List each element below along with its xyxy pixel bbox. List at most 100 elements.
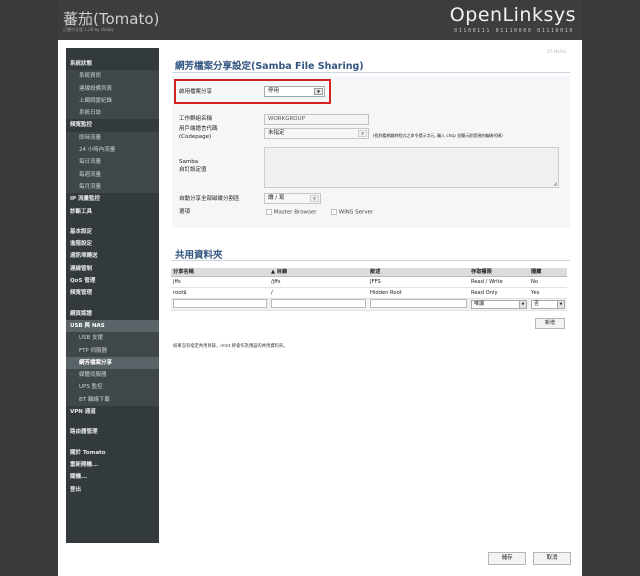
sidebar-item[interactable]: 系統資訊 (66, 70, 159, 83)
sidebar-item[interactable]: 登出 (66, 484, 159, 496)
sidebar-item[interactable]: 每日流量 (66, 156, 159, 169)
sidebar-item[interactable]: 媒體伺服器 (66, 369, 159, 382)
custom-config-label-sub: 自訂設定值 (179, 167, 207, 173)
wins-server-option[interactable]: WINS Server (331, 209, 373, 216)
sidebar-item[interactable]: 即時流量 (66, 131, 159, 145)
sidebar-item[interactable]: QoS 管理 (66, 275, 159, 287)
cell-hidden: No (529, 276, 567, 288)
sidebar-item[interactable]: 頻寬管理 (66, 287, 159, 299)
new-directory-input[interactable] (271, 298, 366, 308)
enable-sharing-label: 啟用檔案分享 (179, 89, 213, 95)
sidebar-item[interactable]: USB 支援 (66, 332, 159, 345)
master-browser-label: Master Browser (273, 209, 317, 216)
shares-note: 如果沒有指定共用目錄，/mnt 將會作為預設的共用資料夾。 (173, 344, 288, 349)
cell-directory: /jffs (269, 276, 368, 288)
sidebar-item[interactable]: 關機... (66, 471, 159, 483)
cell-directory: / (269, 287, 368, 299)
enable-sharing-select[interactable]: 停用 ▼ (264, 86, 325, 97)
add-share-button[interactable]: 新增 (535, 318, 565, 329)
header: 蕃茄(Tomato) 正體中文版 1.28 by shibby OpenLink… (58, 0, 582, 40)
codepage-select[interactable]: 未指定 ▼ (264, 128, 369, 139)
sidebar-item[interactable]: 頻寬監控 (66, 119, 159, 131)
router-model: RT-N10U (547, 50, 567, 55)
sidebar-item[interactable]: 基本設定 (66, 226, 159, 238)
resize-grip-icon: ◢ (553, 181, 557, 187)
new-description-input[interactable] (370, 298, 467, 308)
wins-server-label: WINS Server (338, 209, 374, 216)
options-label: 選項 (179, 209, 191, 215)
chevron-down-icon: ▼ (557, 300, 564, 308)
custom-config-textarea[interactable]: ◢ (264, 147, 559, 188)
sidebar-item[interactable]: 每週流量 (66, 168, 159, 181)
section-title-shares: 共用資料夾 (175, 250, 223, 261)
codepage-value: 未指定 (268, 130, 285, 136)
sidebar-nav: 系統狀態 系統資訊 連線設備列表 上網調變紀錄 系統日誌 頻寬監控 即時流量 24 小時內流量… (66, 48, 159, 543)
codepage-label-sub: (Codepage) (179, 134, 212, 140)
custom-config-label: Samba (179, 159, 199, 165)
brand-logo: OpenLinksys (449, 4, 576, 26)
sidebar-item[interactable]: 24 小時內流量 (66, 144, 159, 157)
sidebar-item[interactable]: 上網調變紀錄 (66, 94, 159, 108)
column-header-description[interactable]: 敘述 (368, 268, 469, 277)
sidebar-item[interactable]: 網芳檔案分享 (66, 356, 159, 370)
new-hidden-select[interactable]: 否 ▼ (531, 299, 565, 309)
sidebar-item[interactable]: 系統日誌 (66, 107, 159, 120)
workgroup-input[interactable]: WORKGROUP (264, 114, 369, 125)
wins-server-checkbox[interactable] (331, 209, 337, 215)
cell-description: JFFS (368, 276, 469, 288)
new-share-name-input[interactable] (173, 298, 267, 308)
sidebar-item[interactable]: 每月流量 (66, 180, 159, 194)
sidebar-item[interactable]: 網頁認證 (66, 308, 159, 320)
sidebar-item[interactable]: 重新開機... (66, 459, 159, 471)
sidebar-item[interactable]: 通訊埠轉送 (66, 250, 159, 262)
table-row[interactable]: root$ / Hidden Root Read Only Yes (171, 287, 567, 299)
sidebar-item[interactable]: 連線設備列表 (66, 82, 159, 95)
column-header-share-name[interactable]: 分享名稱 (171, 268, 269, 277)
sidebar-item[interactable]: UPS 監控 (66, 381, 159, 394)
section-divider (172, 72, 570, 73)
sidebar-item[interactable]: 關於 Tomato (66, 447, 159, 459)
brand-binary-tagline: 01100111 01110000 01110010 (454, 28, 574, 34)
section-divider (172, 260, 570, 261)
sidebar-item[interactable]: VPN 通道 (66, 406, 159, 418)
save-button[interactable]: 儲存 (488, 552, 526, 565)
sidebar-item[interactable]: 連線管制 (66, 263, 159, 275)
sidebar-item[interactable]: 進階設定 (66, 238, 159, 250)
app-logo-title[interactable]: 蕃茄(Tomato) (63, 8, 159, 29)
enable-sharing-value: 停用 (268, 88, 280, 94)
new-access-value: 唯讀 (474, 300, 485, 307)
master-browser-checkbox[interactable] (266, 209, 272, 215)
cell-share-name: root$ (171, 287, 269, 299)
new-access-select[interactable]: 唯讀 ▼ (471, 299, 527, 309)
table-row[interactable]: jffs /jffs JFFS Read / Write No (171, 276, 567, 288)
new-share-row: 唯讀 ▼ 否 ▼ (171, 298, 567, 311)
autoshare-label: 自動分享全部磁碟分割區 (179, 196, 240, 202)
sidebar-item[interactable]: 系統狀態 (66, 58, 159, 70)
cell-share-name: jffs (171, 276, 269, 288)
sidebar-item[interactable]: 診斷工具 (66, 206, 159, 218)
cell-access: Read Only (469, 287, 529, 299)
cell-description: Hidden Root (368, 287, 469, 299)
sidebar-item[interactable]: BT 離線下載 (66, 393, 159, 407)
section-title-samba: 網芳檔案分享設定(Samba File Sharing) (175, 61, 364, 72)
chevron-down-icon: ▼ (358, 130, 367, 137)
column-header-hidden[interactable]: 隱藏 (529, 268, 567, 277)
master-browser-option[interactable]: Master Browser (266, 209, 317, 216)
sidebar-item[interactable]: FTP 伺服器 (66, 344, 159, 357)
sidebar-item[interactable]: USB 與 NAS (66, 319, 159, 333)
sidebar-item[interactable]: IP 流量監控 (66, 193, 159, 205)
codepage-hint: (找到看網路時程式之命令提示字元, 輸入 chcp 並顯示即是現的編碼代碼) (373, 133, 503, 138)
chevron-down-icon: ▼ (310, 195, 319, 202)
chevron-down-icon: ▼ (519, 300, 526, 308)
column-header-directory[interactable]: ▲ 目錄 (269, 268, 368, 277)
column-header-access[interactable]: 存取權限 (469, 268, 529, 277)
sidebar-item[interactable]: 路由器管理 (66, 426, 159, 438)
cell-hidden: Yes (529, 287, 567, 299)
autoshare-select[interactable]: 讀 / 寫 ▼ (264, 193, 321, 204)
new-hidden-value: 否 (534, 300, 540, 307)
app-version-subtitle: 正體中文版 1.28 by shibby (63, 27, 114, 32)
cancel-button[interactable]: 取消 (533, 552, 571, 565)
